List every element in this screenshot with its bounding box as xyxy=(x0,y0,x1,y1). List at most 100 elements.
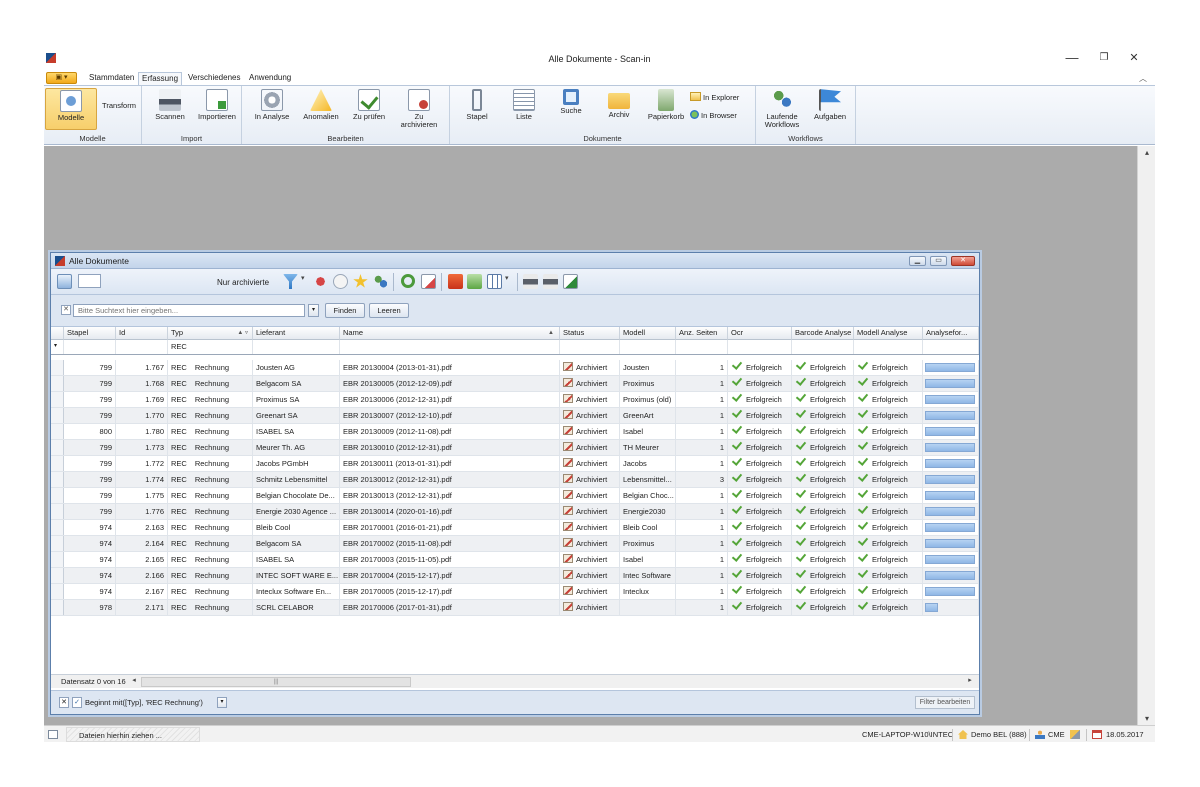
table-row[interactable]: 799 1.776 REC Rechnung Energie 2030 Agence .… xyxy=(51,504,979,520)
finden-button[interactable]: Finden xyxy=(325,303,365,318)
row-selector[interactable] xyxy=(51,504,64,519)
pdf-icon[interactable] xyxy=(448,274,463,289)
modelle-button[interactable]: Modelle xyxy=(45,88,97,130)
table-row[interactable]: 978 2.171 REC Rechnung SCRL CELABOR EBR 20170… xyxy=(51,600,979,616)
column-header-typ[interactable]: Typ ▲ ▿ xyxy=(168,327,253,340)
workspace-vertical-scrollbar[interactable]: ▴ ▾ xyxy=(1137,146,1155,725)
column-header-analyseform[interactable]: Analysefor... xyxy=(923,327,979,340)
filter-row-icon[interactable]: ▾ xyxy=(51,340,64,354)
doc-minimize-button[interactable]: ▁ xyxy=(909,256,926,266)
favorite-star-icon[interactable] xyxy=(353,274,368,288)
papierkorb-button[interactable]: Papierkorb xyxy=(644,88,688,121)
nur-archivierte-label[interactable]: Nur archivierte xyxy=(217,278,269,287)
archiv-button[interactable]: Archiv xyxy=(602,88,636,119)
filter-dropdown-icon[interactable]: ▾ xyxy=(301,274,309,289)
column-header-modell_analyse[interactable]: Modell Analyse xyxy=(854,327,923,340)
suche-button[interactable]: Suche xyxy=(554,88,588,115)
anomalien-button[interactable]: Anomalien xyxy=(300,88,342,121)
print-preview-icon[interactable] xyxy=(543,274,558,289)
table-row[interactable]: 799 1.773 REC Rechnung Meurer Th. AG EBR 2013… xyxy=(51,440,979,456)
in-explorer-button[interactable]: In Explorer xyxy=(690,92,739,103)
laufende-workflows-button[interactable]: Laufende Workflows xyxy=(760,88,804,129)
row-selector[interactable] xyxy=(51,472,64,487)
column-header-status[interactable]: Status xyxy=(560,327,620,340)
scroll-up-icon[interactable]: ▴ xyxy=(1138,148,1155,157)
search-clear-icon[interactable]: ✕ xyxy=(61,305,71,315)
scroll-down-icon[interactable]: ▾ xyxy=(1138,714,1155,723)
transform-button[interactable]: Transform xyxy=(98,102,140,110)
aufgaben-button[interactable]: Aufgaben xyxy=(808,88,852,121)
filter-cell-name[interactable] xyxy=(340,340,560,354)
horizontal-scrollbar[interactable]: ◂ ||| ▸ xyxy=(129,676,975,688)
file-drop-zone[interactable]: Dateien hierhin ziehen ... xyxy=(66,727,200,742)
columns-dropdown-icon[interactable]: ▾ xyxy=(505,274,513,289)
filter-enabled-checkbox[interactable]: ✓ xyxy=(72,697,82,708)
zu-archivieren-button[interactable]: Zu archivieren xyxy=(396,88,442,129)
column-header-seiten[interactable]: Anz. Seiten xyxy=(676,327,728,340)
filter-cell-status[interactable] xyxy=(560,340,620,354)
liste-button[interactable]: Liste xyxy=(508,88,540,121)
search-input[interactable] xyxy=(73,304,305,317)
filter-history-dropdown[interactable]: ▾ xyxy=(217,697,227,708)
column-header-stapel[interactable]: Stapel xyxy=(64,327,116,340)
table-row[interactable]: 799 1.774 REC Rechnung Schmitz Lebensmittel E… xyxy=(51,472,979,488)
close-button[interactable]: ✕ xyxy=(1121,49,1147,67)
column-header-id[interactable]: Id xyxy=(116,327,168,340)
in-browser-button[interactable]: In Browser xyxy=(690,110,737,121)
filter-clear-icon[interactable]: ✕ xyxy=(59,697,69,708)
filter-cell-progress[interactable] xyxy=(923,340,979,354)
row-selector[interactable] xyxy=(51,456,64,471)
columns-icon[interactable] xyxy=(487,274,502,289)
image-icon[interactable] xyxy=(467,274,482,289)
table-row[interactable]: 974 2.165 REC Rechnung ISABEL SA EBR 20170003… xyxy=(51,552,979,568)
filter-edit-button[interactable]: Filter bearbeiten xyxy=(915,696,975,709)
zu-pruefen-button[interactable]: Zu prüfen xyxy=(348,88,390,121)
print-icon[interactable] xyxy=(523,274,538,289)
filter-cell-seiten[interactable] xyxy=(676,340,728,354)
scannen-button[interactable]: Scannen xyxy=(150,88,190,121)
doc-close-button[interactable]: ✕ xyxy=(951,256,975,266)
sort-ascending-icon[interactable]: ▲ xyxy=(548,327,554,339)
minimize-button[interactable]: — xyxy=(1059,49,1085,67)
filter-cell-id[interactable] xyxy=(116,340,168,354)
filter-cell-ocr[interactable] xyxy=(728,340,792,354)
filter-cell-modell_analyse[interactable] xyxy=(854,340,923,354)
filter-cell-typ[interactable]: REC xyxy=(168,340,253,354)
filter-cell-stapel[interactable] xyxy=(64,340,116,354)
row-selector[interactable] xyxy=(51,584,64,599)
column-header-barcode[interactable]: Barcode Analyse xyxy=(792,327,854,340)
filter-remove-icon[interactable] xyxy=(313,274,328,289)
column-header-name[interactable]: Name ▲ xyxy=(340,327,560,340)
scroll-thumb[interactable]: ||| xyxy=(141,677,411,687)
excel-export-icon[interactable] xyxy=(563,274,578,289)
row-selector[interactable] xyxy=(51,440,64,455)
table-row[interactable]: 974 2.164 REC Rechnung Belgacom SA EBR 201700… xyxy=(51,536,979,552)
filter-cell-modell[interactable] xyxy=(620,340,676,354)
scroll-left-icon[interactable]: ◂ xyxy=(129,676,139,684)
filter-cell-lieferant[interactable] xyxy=(253,340,340,354)
table-row[interactable]: 799 1.769 REC Rechnung Proximus SA EBR 201300… xyxy=(51,392,979,408)
grid-header-selector[interactable] xyxy=(51,327,64,340)
row-selector[interactable] xyxy=(51,552,64,567)
tab-verschiedenes[interactable]: Verschiedenes xyxy=(185,72,243,85)
row-selector[interactable] xyxy=(51,408,64,423)
tab-stammdaten[interactable]: Stammdaten xyxy=(86,72,137,85)
table-row[interactable]: 799 1.775 REC Rechnung Belgian Chocolate De.… xyxy=(51,488,979,504)
in-analyse-button[interactable]: In Analyse xyxy=(250,88,294,121)
row-selector[interactable] xyxy=(51,600,64,615)
row-selector[interactable] xyxy=(51,424,64,439)
refresh-icon[interactable] xyxy=(401,274,415,288)
row-selector[interactable] xyxy=(51,520,64,535)
table-row[interactable]: 799 1.768 REC Rechnung Belgacom SA EBR 201300… xyxy=(51,376,979,392)
leeren-button[interactable]: Leeren xyxy=(369,303,409,318)
row-selector[interactable] xyxy=(51,488,64,503)
clock-icon[interactable] xyxy=(333,274,348,289)
row-selector[interactable] xyxy=(51,568,64,583)
application-menu-button[interactable]: ▣ ▾ xyxy=(46,72,77,84)
column-header-modell[interactable]: Modell xyxy=(620,327,676,340)
scroll-right-icon[interactable]: ▸ xyxy=(965,676,975,684)
table-row[interactable]: 800 1.780 REC Rechnung ISABEL SA EBR 20130009… xyxy=(51,424,979,440)
table-row[interactable]: 799 1.767 REC Rechnung Jousten AG EBR 2013000… xyxy=(51,360,979,376)
toolbar-quick-input[interactable] xyxy=(78,274,101,288)
stapel-button[interactable]: Stapel xyxy=(460,88,494,121)
